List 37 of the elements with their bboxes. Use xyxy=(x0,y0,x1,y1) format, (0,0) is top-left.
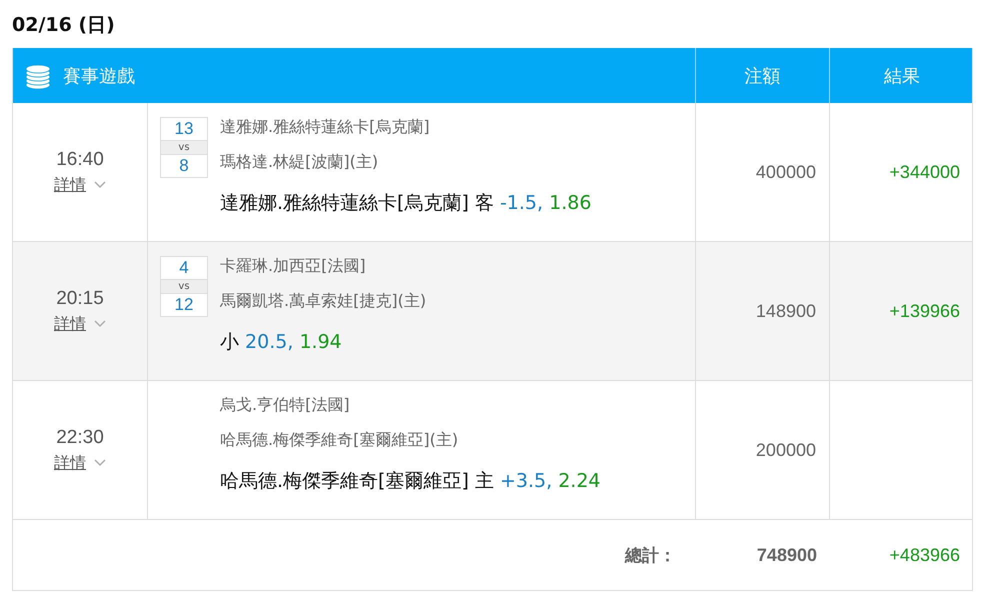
details-link[interactable]: 詳情 xyxy=(54,452,90,474)
team-name: 達雅娜.雅絲特蓮絲卡[烏克蘭] xyxy=(220,117,430,138)
result-amount: +139966 xyxy=(889,300,960,322)
stake-amount: 200000 xyxy=(756,440,816,460)
chevron-down-icon[interactable] xyxy=(94,181,106,189)
bet-selection: 哈馬德.梅傑季維奇[塞爾維亞] 主 +3.5, 2.24 xyxy=(220,469,602,494)
match-time: 20:15 xyxy=(56,288,104,310)
chevron-down-icon[interactable] xyxy=(94,320,106,328)
column-header: 注額 xyxy=(744,64,780,88)
match-time: 16:40 xyxy=(56,148,104,170)
match-time: 22:30 xyxy=(56,426,104,448)
team-name: 烏戈.亨伯特[法國] xyxy=(220,395,351,416)
date-heading: 02/16 (日) xyxy=(12,13,116,38)
bet-selection: 小 20.5, 1.94 xyxy=(220,330,343,355)
score: 13 xyxy=(174,118,194,140)
team-name: 馬爾凱塔.萬卓索娃[捷克](主) xyxy=(220,291,426,312)
bet-selection: 達雅娜.雅絲特蓮絲卡[烏克蘭] 客 -1.5, 1.86 xyxy=(220,191,592,216)
score: 4 xyxy=(178,257,190,280)
total-label: 總計： xyxy=(625,544,676,566)
details-link[interactable]: 詳情 xyxy=(54,174,90,196)
total-stake: 748900 xyxy=(756,544,817,566)
stake-amount: 400000 xyxy=(756,162,816,182)
team-name: 哈馬德.梅傑季維奇[塞爾維亞](主) xyxy=(220,430,458,451)
score: 12 xyxy=(174,294,194,316)
column-header: 賽事遊戲 xyxy=(63,64,135,88)
stake-amount: 148900 xyxy=(756,300,816,322)
team-name: 卡羅琳.加西亞[法國] xyxy=(220,256,367,277)
details-link[interactable]: 詳情 xyxy=(54,314,90,334)
team-name: 瑪格達.林緹[波蘭](主) xyxy=(220,152,380,173)
score: 8 xyxy=(178,154,190,177)
result-amount: +344000 xyxy=(889,162,960,182)
vs-label: vs xyxy=(161,279,207,294)
vs-label: vs xyxy=(161,140,207,155)
coin-stack-icon xyxy=(25,62,51,88)
column-header: 結果 xyxy=(884,64,920,88)
total-result: +483966 xyxy=(889,544,960,566)
chevron-down-icon[interactable] xyxy=(94,459,106,467)
